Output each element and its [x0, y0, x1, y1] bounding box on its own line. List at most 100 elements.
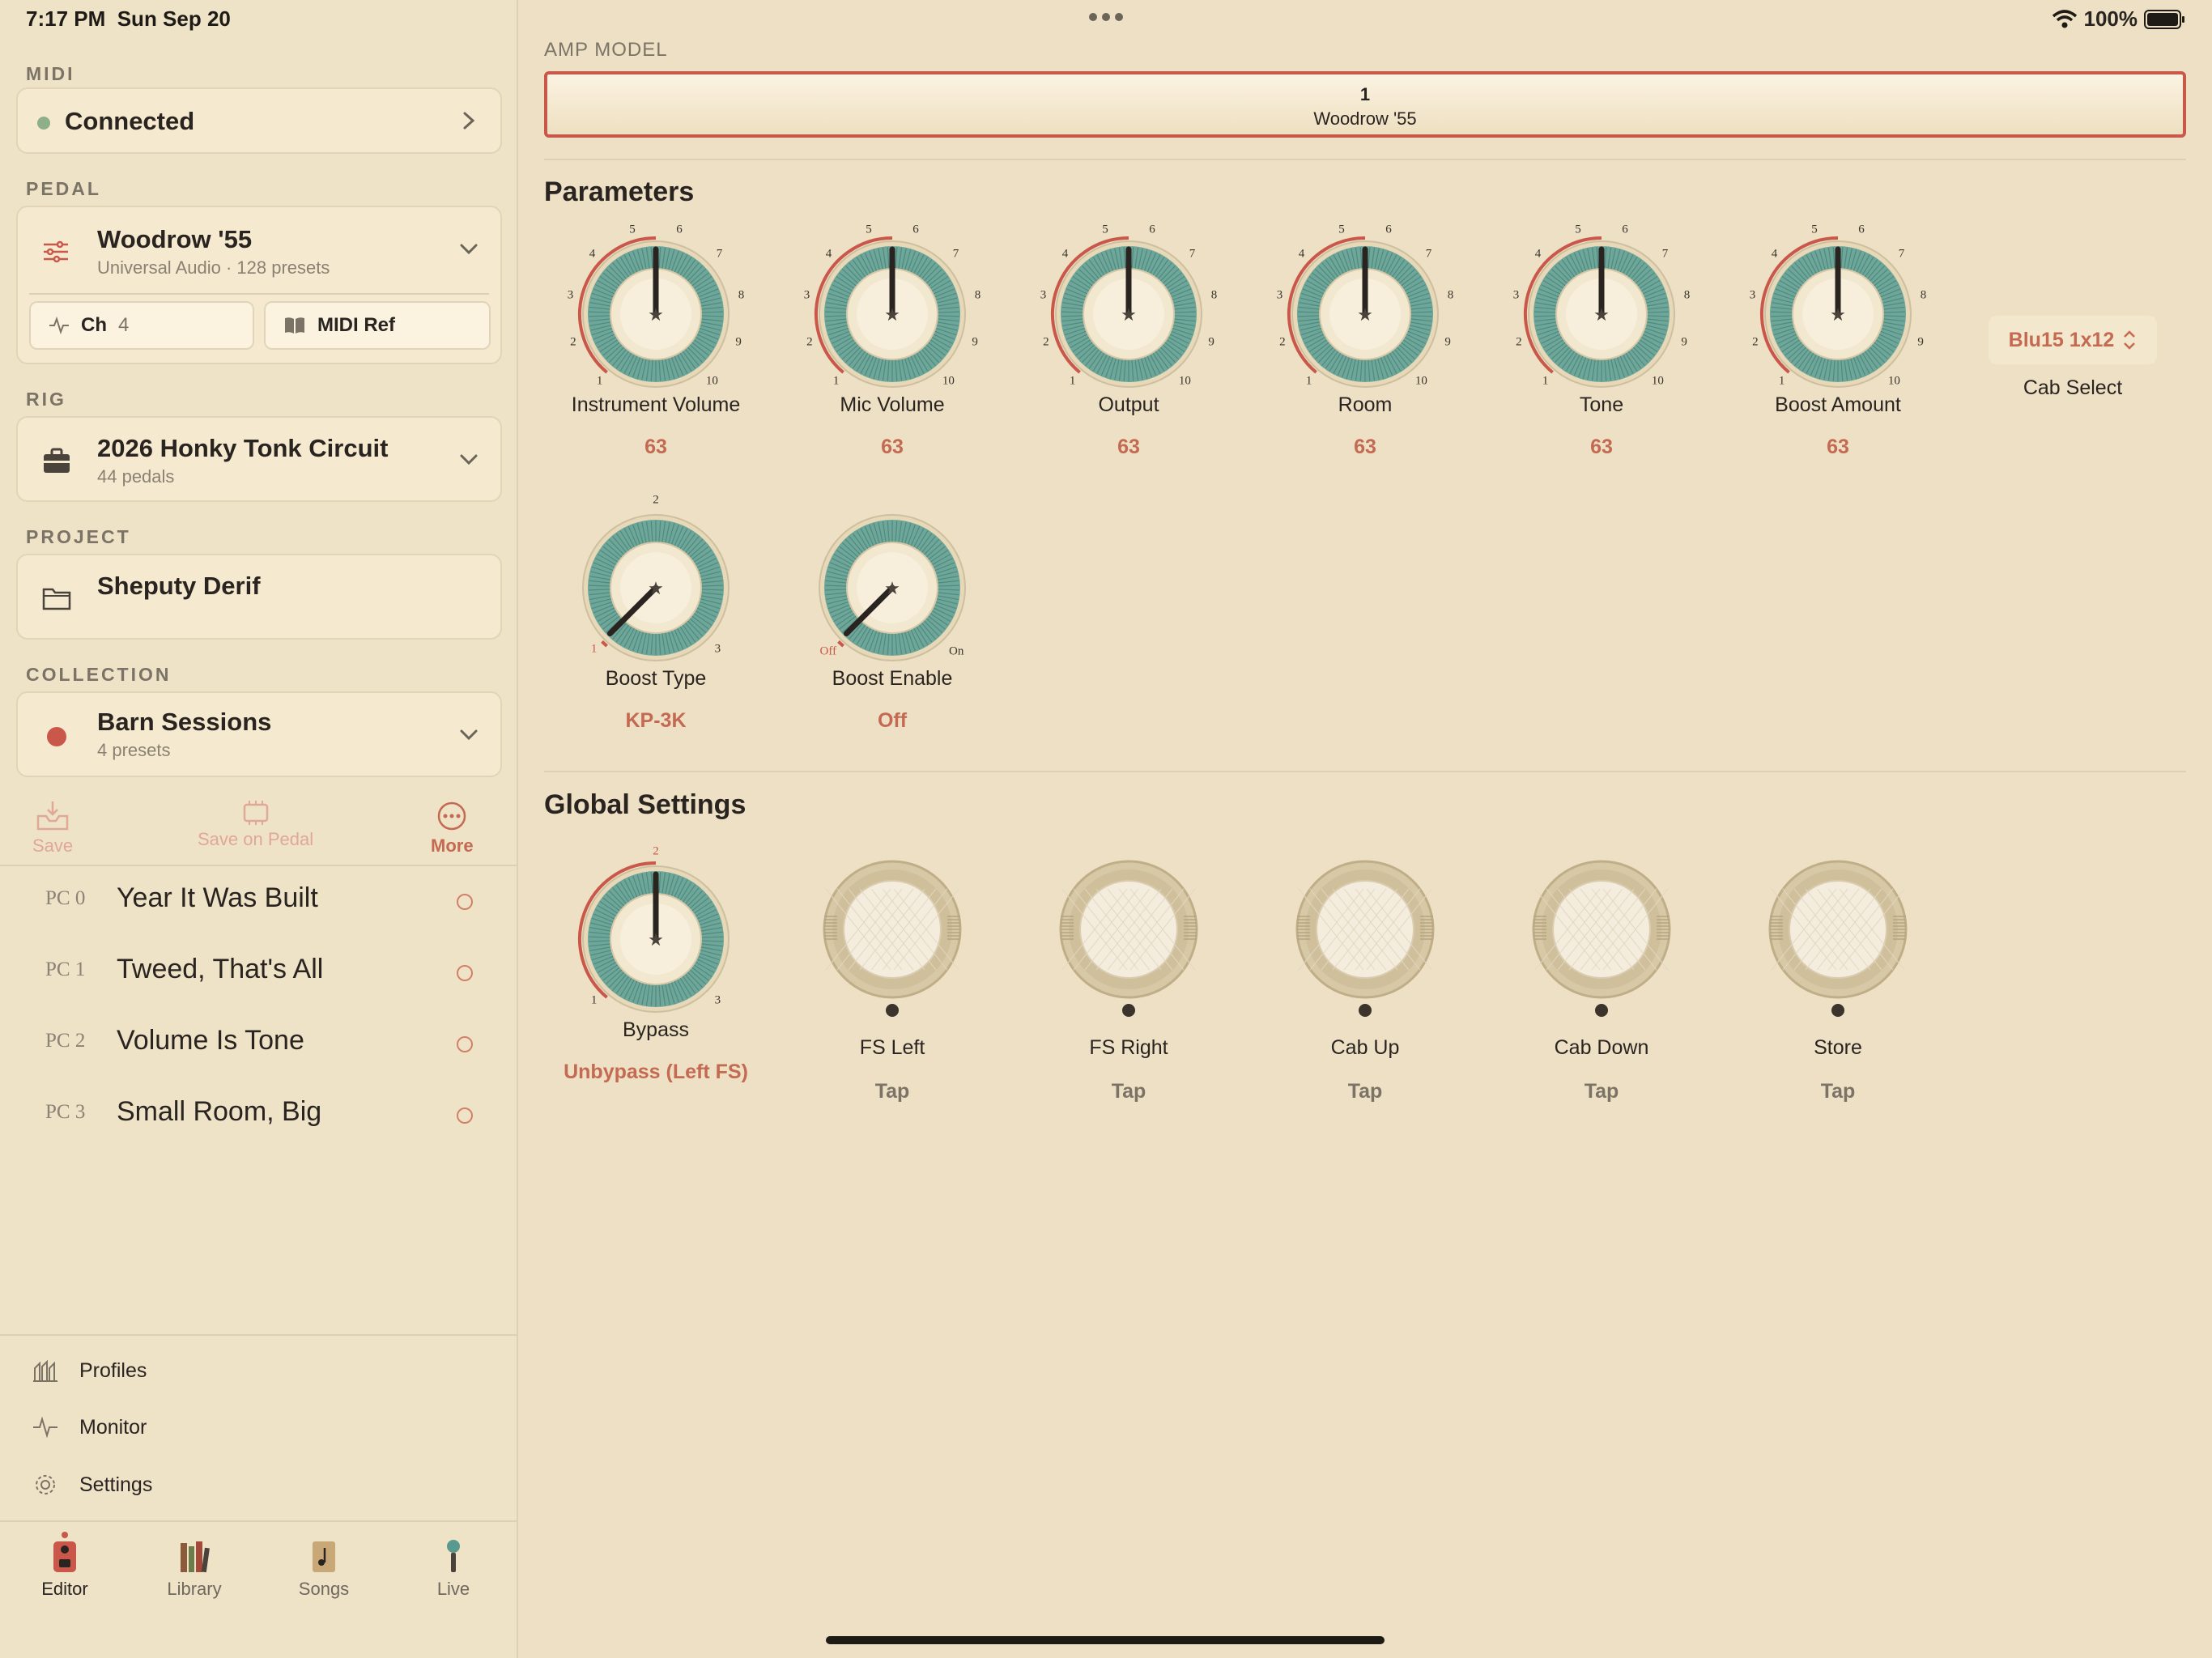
- tabbar-divider: [0, 1520, 518, 1522]
- knob-tick-label: 6: [676, 223, 683, 236]
- knob-tick-label: 1: [596, 374, 603, 388]
- chevron-down-icon: [460, 729, 478, 741]
- svg-text:★: ★: [1593, 305, 1610, 325]
- more-button[interactable]: More: [431, 800, 474, 857]
- svg-text:★: ★: [1830, 305, 1846, 325]
- nav-settings[interactable]: Settings: [32, 1472, 152, 1498]
- collection-info: Barn Sessions 4 presets: [97, 708, 271, 761]
- param-2-value: 63: [1117, 436, 1140, 458]
- tab-library-label: Library: [167, 1579, 222, 1599]
- multitask-dots-icon[interactable]: [1088, 5, 1124, 29]
- pedal-info: Woodrow '55 Universal Audio · 128 preset…: [97, 225, 330, 278]
- cab-select-value: Blu15 1x12: [2008, 328, 2115, 351]
- preset-row[interactable]: PC 3 Small Room, Big: [0, 1080, 518, 1151]
- channel-label: Ch: [81, 314, 107, 336]
- tab-songs-label: Songs: [298, 1579, 350, 1599]
- footswitch-4[interactable]: [1765, 857, 1911, 1002]
- tab-live[interactable]: Live: [405, 1538, 502, 1600]
- sidebar: 7:17 PM Sun Sep 20 MIDI Connected PEDAL …: [0, 0, 518, 1658]
- bypass-knob[interactable]: ★: [575, 858, 737, 1020]
- knob-tick-label: 3: [1040, 288, 1047, 302]
- svg-text:★: ★: [648, 930, 664, 950]
- preset-pc: PC 1: [45, 959, 86, 980]
- preset-status-circle: [457, 1107, 473, 1124]
- knob-tick-label: 8: [1920, 288, 1927, 302]
- rig-card[interactable]: 2026 Honky Tonk Circuit 44 pedals: [16, 416, 502, 502]
- footswitch-led: [1831, 1004, 1844, 1017]
- knob-tick-label: 8: [738, 288, 745, 302]
- knob-tick-label: 3: [1749, 288, 1756, 302]
- svg-text:★: ★: [1357, 305, 1373, 325]
- preset-status-circle: [457, 894, 473, 910]
- knob-tick-label: 2: [1752, 335, 1759, 349]
- status-time-text: 7:17 PM: [26, 6, 106, 31]
- param-3-knob[interactable]: ★: [1284, 233, 1446, 395]
- param-2-label: Output: [1098, 393, 1159, 416]
- footswitch-1[interactable]: [1056, 857, 1202, 1002]
- preset-row[interactable]: PC 0 Year It Was Built: [0, 866, 518, 937]
- footswitch-0[interactable]: [819, 857, 965, 1002]
- param-1-knob[interactable]: ★: [811, 233, 973, 395]
- midi-connection-card[interactable]: Connected: [16, 87, 502, 154]
- sliders-icon: [44, 240, 68, 263]
- knob-tick-label: 7: [716, 247, 723, 261]
- collection-card[interactable]: Barn Sessions 4 presets: [16, 691, 502, 777]
- amp-model-selector[interactable]: 1 Woodrow '55: [544, 71, 2186, 138]
- midi-ref-button[interactable]: MIDI Ref: [264, 301, 491, 350]
- footswitch-led: [1595, 1004, 1608, 1017]
- param-0-value: 63: [644, 436, 667, 458]
- connected-dot: [37, 117, 50, 130]
- tab-editor[interactable]: Editor: [16, 1538, 113, 1600]
- param-2-knob[interactable]: ★: [1048, 233, 1210, 395]
- tray-arrow-icon: [36, 801, 69, 831]
- footswitch-3[interactable]: [1529, 857, 1674, 1002]
- preset-status-circle: [457, 965, 473, 981]
- cab-select-dropdown[interactable]: Blu15 1x12: [1989, 316, 2157, 364]
- channel-button[interactable]: Ch 4: [29, 301, 254, 350]
- svg-text:★: ★: [1121, 305, 1137, 325]
- knob-tick-label: 9: [1917, 335, 1924, 349]
- tab-editor-label: Editor: [41, 1579, 88, 1599]
- tab-songs[interactable]: Songs: [275, 1538, 372, 1600]
- preset-name: Tweed, That's All: [117, 954, 324, 984]
- save-on-pedal-label: Save on Pedal: [198, 829, 314, 849]
- knob-tick-label: 3: [1512, 288, 1520, 302]
- boost-type-knob[interactable]: ★: [575, 507, 737, 669]
- midi-status: Connected: [65, 107, 195, 135]
- param-0-knob[interactable]: ★: [575, 233, 737, 395]
- amp-model-number: 1: [1359, 84, 1371, 104]
- footswitch-2[interactable]: [1292, 857, 1438, 1002]
- knob-tick-label: 5: [1575, 223, 1581, 236]
- save-on-pedal-button[interactable]: Save on Pedal: [198, 800, 313, 850]
- nav-profiles[interactable]: Profiles: [32, 1358, 147, 1383]
- knob-tick-label: 7: [1189, 247, 1196, 261]
- knob-tick-label: 8: [1447, 288, 1454, 302]
- tab-library[interactable]: Library: [146, 1538, 243, 1600]
- param-5-knob[interactable]: ★: [1757, 233, 1919, 395]
- preset-row[interactable]: PC 1 Tweed, That's All: [0, 937, 518, 1009]
- record-dot: [47, 727, 66, 746]
- project-card[interactable]: Sheputy Derif: [16, 554, 502, 640]
- preset-row[interactable]: PC 2 Volume Is Tone: [0, 1009, 518, 1080]
- status-right: 100%: [2052, 6, 2187, 32]
- midi-section-label: MIDI: [26, 63, 75, 84]
- chevron-down-icon: [460, 244, 478, 255]
- briefcase-icon: [44, 448, 70, 473]
- param-1-label: Mic Volume: [840, 393, 945, 416]
- knob-tick-label: 6: [1149, 223, 1155, 236]
- knob-tick-label: On: [949, 644, 964, 658]
- home-indicator[interactable]: [826, 1636, 1385, 1644]
- knob-tick-label: 9: [1681, 335, 1687, 349]
- section-divider: [544, 771, 2186, 772]
- nav-monitor-label: Monitor: [79, 1415, 147, 1439]
- knob-tick-label: 1: [590, 642, 598, 656]
- footswitch-label: Cab Down: [1554, 1036, 1649, 1059]
- nav-monitor[interactable]: Monitor: [32, 1415, 147, 1439]
- param-4-knob[interactable]: ★: [1521, 233, 1682, 395]
- pedal-card[interactable]: Woodrow '55 Universal Audio · 128 preset…: [16, 206, 502, 364]
- collection-sub: 4 presets: [97, 740, 171, 760]
- save-button[interactable]: Save: [32, 800, 73, 857]
- knob-tick-label: 2: [1516, 335, 1522, 349]
- preset-pc: PC 0: [45, 887, 86, 909]
- save-label: Save: [32, 835, 74, 856]
